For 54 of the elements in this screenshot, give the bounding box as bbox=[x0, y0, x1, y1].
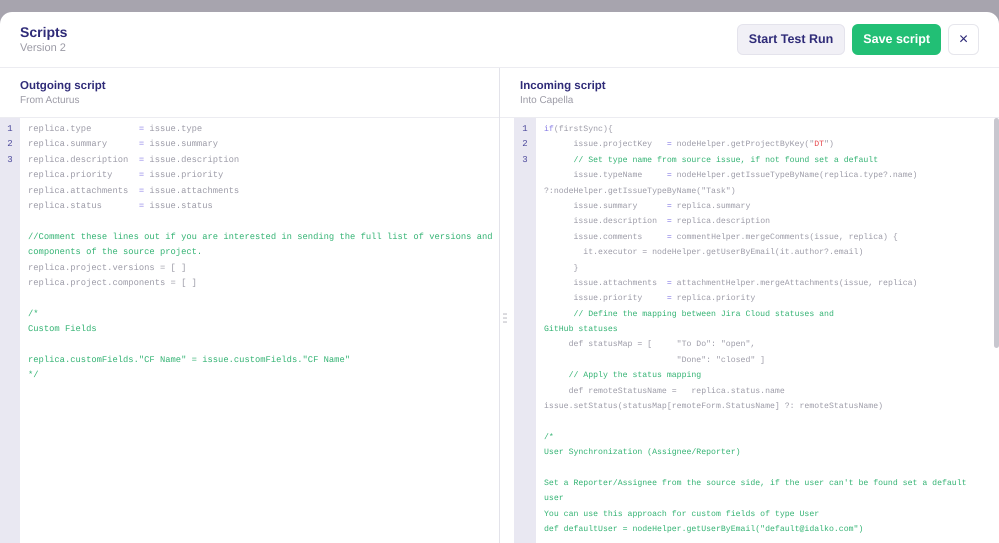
line-number: 2 bbox=[522, 138, 528, 152]
code-line: GitHub statuses bbox=[544, 324, 619, 336]
panel-subtitle: Into Capella bbox=[520, 94, 574, 108]
code-line: } bbox=[572, 262, 580, 275]
line-number: 1 bbox=[522, 123, 528, 136]
code-line: ?:nodeHelper.getIssueTypeByName("Task") bbox=[544, 186, 737, 198]
code-line: User Synchronization (Assignee/Reporter) bbox=[544, 447, 742, 460]
dialog-title: Scripts bbox=[20, 23, 68, 41]
code-line: // Define the mapping between Jira Cloud statuses and bbox=[572, 308, 835, 321]
code-line: "Done": "closed" ] bbox=[676, 354, 766, 367]
code-line: components of the source project. bbox=[28, 246, 204, 260]
code-line: def defaultUser = nodeHelper.getUserByEmail("default@idalko.com") bbox=[544, 524, 864, 536]
code-line: issue.summary = replica.summary bbox=[572, 200, 752, 213]
code-line: */ bbox=[28, 369, 40, 382]
code-line: Custom Fields bbox=[28, 323, 98, 336]
panel-subtitle: From Acturus bbox=[20, 94, 80, 108]
drag-handle-icon[interactable] bbox=[503, 313, 507, 323]
code-line: def remoteStatusName = replica.status.name bbox=[568, 386, 786, 398]
code-line: replica.description = issue.description bbox=[28, 154, 240, 167]
code-line: // Set type name from source issue, if not found set a default bbox=[572, 154, 880, 167]
code-line: replica.project.versions = [ ] bbox=[28, 262, 188, 275]
code-line: issue.comments = commentHelper.mergeComments(issue, replica) { bbox=[572, 232, 899, 244]
line-number: 1 bbox=[7, 123, 13, 136]
panel-title: Outgoing script bbox=[20, 79, 107, 94]
code-line: issue.description = replica.description bbox=[572, 216, 772, 228]
start-test-run-button[interactable]: Start Test Run bbox=[736, 24, 846, 55]
code-line: /* bbox=[544, 432, 555, 444]
code-line: replica.type = issue.type bbox=[28, 123, 204, 136]
code-line: issue.setStatus(statusMap[remoteForm.StatusName] ?: remoteStatusName) bbox=[544, 401, 884, 414]
line-number: 3 bbox=[7, 154, 13, 167]
code-line: // Apply the status mapping bbox=[568, 370, 702, 382]
code-line: replica.project.components = [ ] bbox=[28, 276, 198, 290]
code-line: //Comment these lines out if you are interested in sending the full list of versions and bbox=[28, 230, 494, 244]
code-line: replica.status = issue.status bbox=[28, 200, 214, 213]
code-line: issue.typeName = nodeHelper.getIssueTypeByName(replica.type?.name) bbox=[572, 170, 918, 182]
close-button[interactable]: × bbox=[948, 24, 979, 55]
code-line: Set a Reporter/Assignee from the source side, if the user can't be found set a default bbox=[544, 478, 968, 490]
code-line: replica.attachments = issue.attachments bbox=[28, 184, 240, 198]
code-line: if(firstSync){ bbox=[544, 124, 614, 136]
code-line: issue.priority = replica.priority bbox=[572, 293, 756, 306]
panel-title: Incoming script bbox=[520, 79, 607, 94]
code-line: user bbox=[544, 493, 565, 506]
code-line: replica.priority = issue.priority bbox=[28, 169, 224, 182]
code-line: it.executor = nodeHelper.getUserByEmail(it.author?.email) bbox=[582, 247, 864, 260]
line-number: 3 bbox=[522, 154, 528, 167]
line-number: 2 bbox=[7, 138, 13, 152]
code-line: issue.projectKey = nodeHelper.getProjectByKey("DT") bbox=[572, 139, 835, 152]
code-line: /* bbox=[28, 308, 40, 321]
code-line: replica.summary = issue.summary bbox=[28, 138, 220, 152]
dialog-subtitle: Version 2 bbox=[20, 41, 67, 56]
code-line: replica.customFields."CF Name" = issue.customFields."CF Name" bbox=[28, 354, 352, 367]
code-line: You can use this approach for custom fields of type User bbox=[544, 508, 820, 521]
code-line: issue.attachments = attachmentHelper.mergeAttachments(issue, replica) bbox=[572, 278, 918, 290]
code-line: def statusMap = [ "To Do": "open", bbox=[568, 339, 756, 352]
